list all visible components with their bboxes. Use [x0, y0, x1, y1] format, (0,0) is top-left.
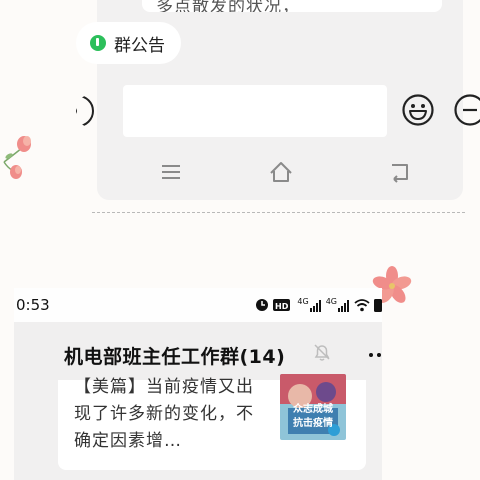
message-bubble[interactable]: 多点散发的状况， [142, 0, 442, 12]
signal-2: 4G [326, 298, 350, 312]
wifi-icon [354, 299, 370, 312]
network-label-1: 4G [297, 297, 309, 306]
message-text: 多点散发的状况， [156, 0, 300, 12]
notice-icon [90, 35, 106, 51]
article-thumbnail: 众志成城 抗击疫情 [280, 374, 346, 440]
battery-icon [374, 299, 382, 312]
alarm-icon [256, 299, 269, 311]
network-label-2: 4G [325, 297, 337, 306]
mute-bell-icon [314, 344, 330, 361]
status-time: 0:53 [16, 296, 50, 314]
smiley-icon[interactable] [402, 94, 434, 126]
group-notice-label: 群公告 [114, 35, 165, 56]
thumb-caption-2: 抗击疫情 [293, 418, 333, 429]
group-notice-button[interactable]: 群公告 [76, 22, 181, 64]
menu-icon[interactable] [159, 160, 183, 184]
add-icon[interactable] [454, 94, 480, 126]
more-icon[interactable] [368, 352, 382, 358]
back-icon[interactable] [387, 160, 411, 184]
signal-1: 4G [297, 298, 321, 312]
svg-text:HD: HD [275, 302, 289, 311]
article-text: 【美篇】当前疫情又出现了许多新的变化，不确定因素增… [74, 377, 254, 451]
system-nav-bar [97, 150, 463, 196]
message-input[interactable] [123, 85, 387, 137]
chat-titlebar: 机电部班主任工作群(14) [14, 322, 382, 380]
status-bar: 0:53 HD 4G 4G [14, 288, 382, 322]
bottom-chat-screenshot: 0:53 HD 4G 4G 机电部班主任工作群(14) 【美篇】当前疫情又出现了… [14, 288, 382, 480]
home-icon[interactable] [269, 160, 293, 184]
chat-title: 机电部班主任工作群(14) [64, 346, 286, 368]
divider [92, 212, 465, 213]
voice-icon[interactable] [76, 94, 108, 128]
status-icons: HD 4G 4G [255, 297, 382, 313]
thumb-caption-1: 众志成城 [293, 404, 333, 415]
hd-icon: HD [273, 299, 291, 311]
cell-signal-icon [338, 300, 349, 312]
flower-sprig-decoration [3, 136, 31, 179]
shared-article-card[interactable]: 【美篇】当前疫情又出现了许多新的变化，不确定因素增… 众志成城 抗击疫情 [58, 374, 366, 470]
cell-signal-icon [309, 300, 321, 312]
